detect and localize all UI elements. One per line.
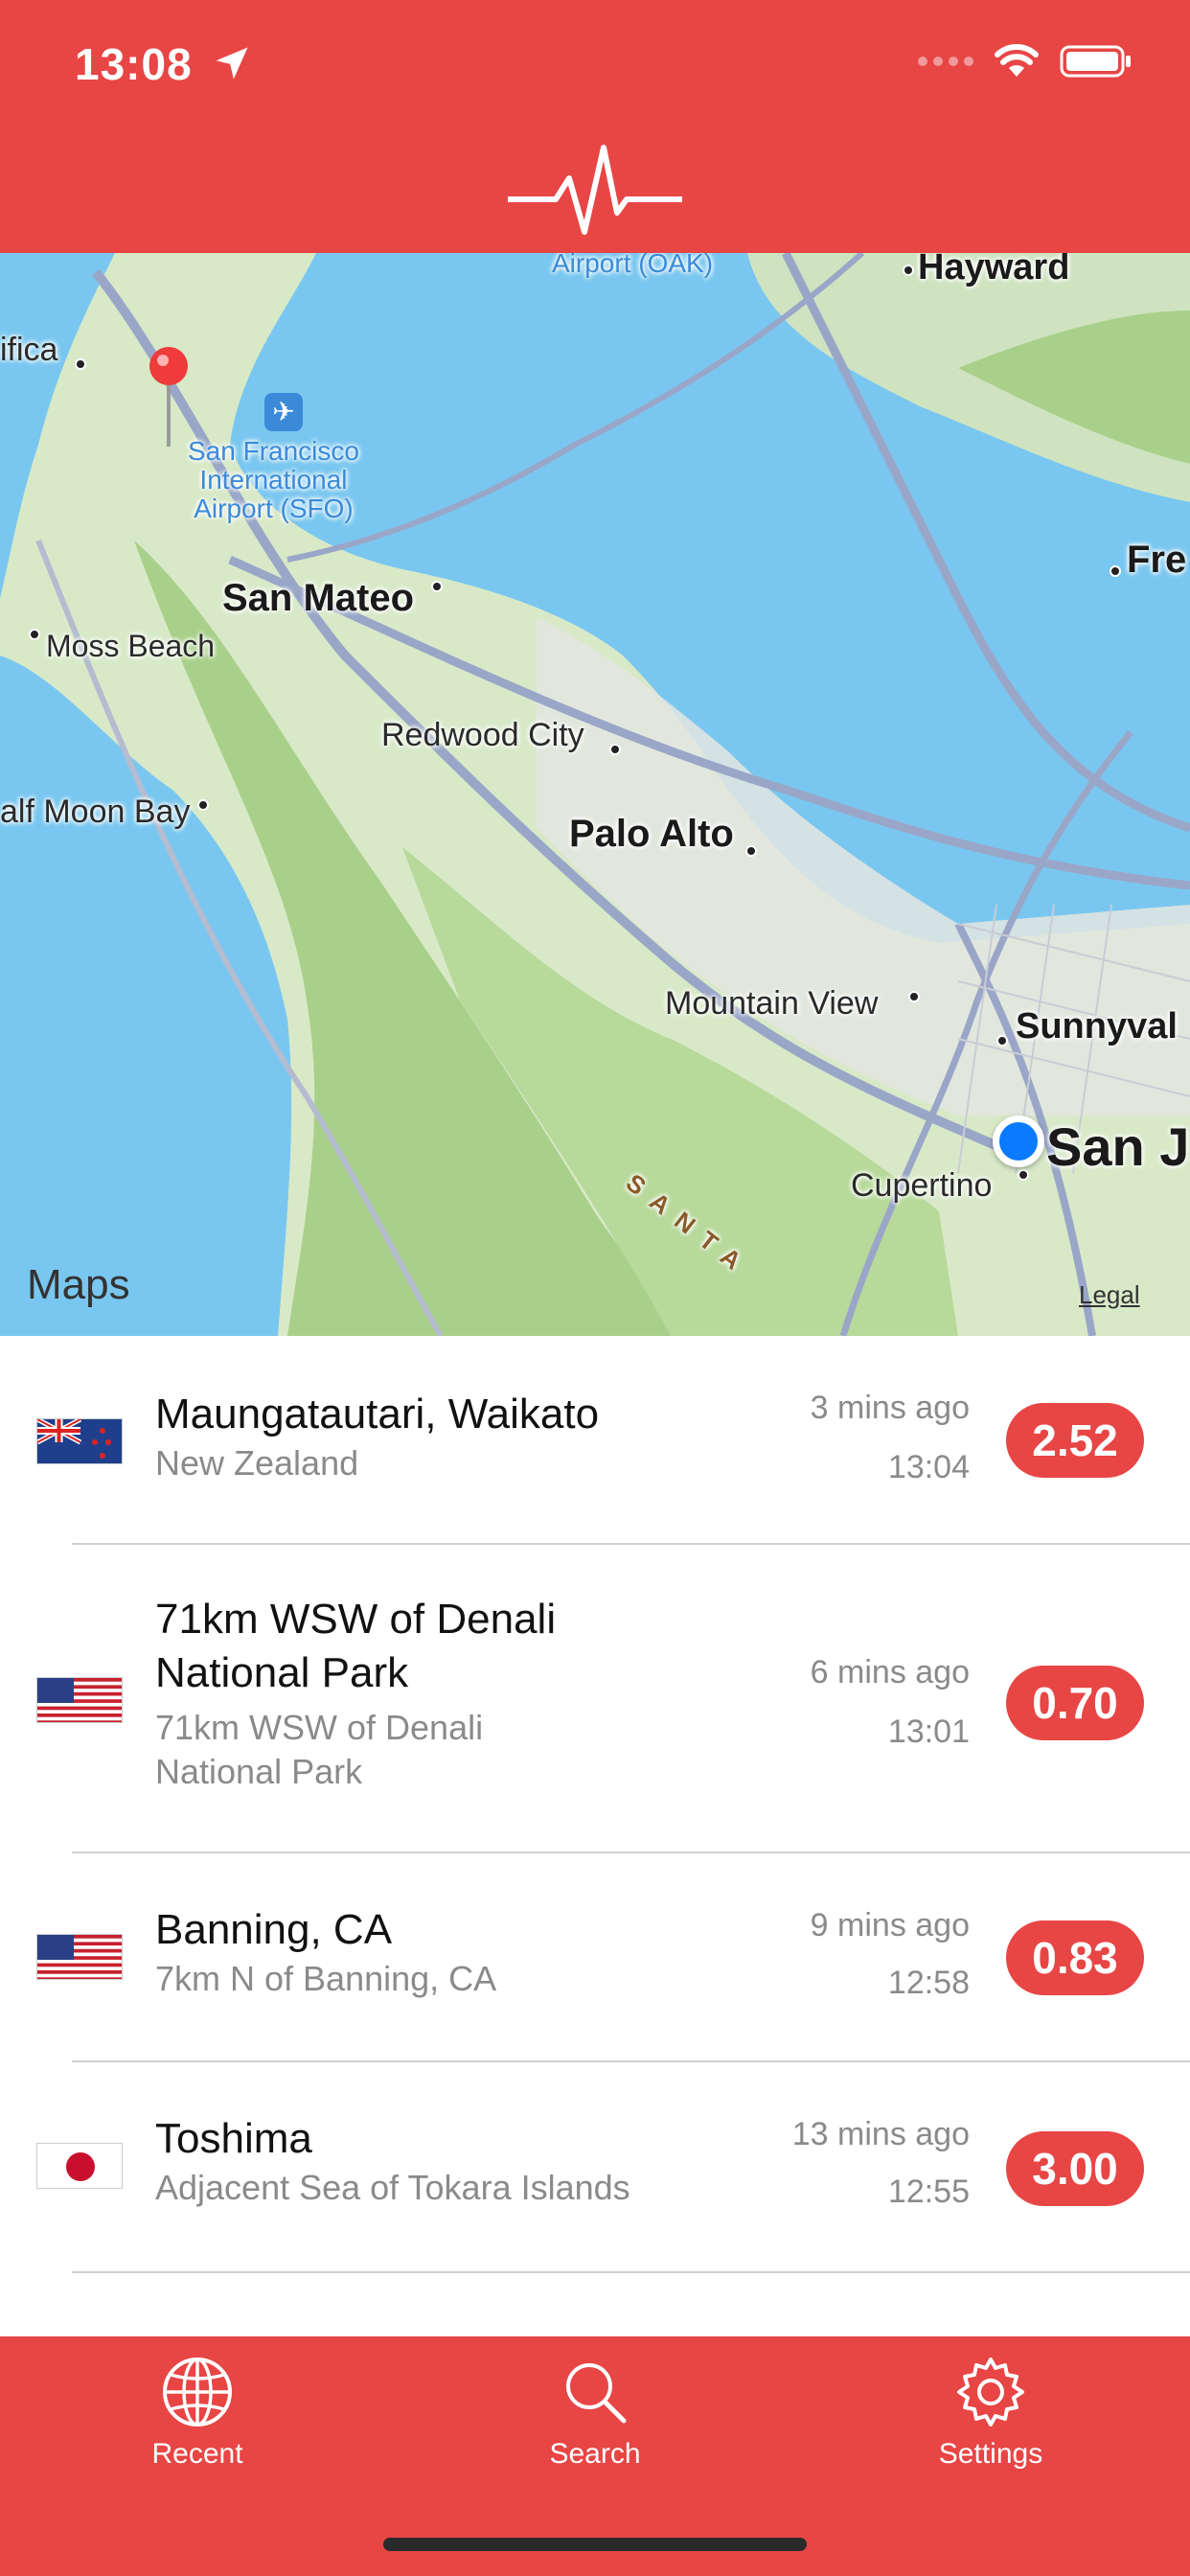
quake-time-ago: 6 mins ago: [810, 1654, 970, 1690]
quake-time-ago: 3 mins ago: [810, 1390, 970, 1426]
nz-flag-icon: [36, 1418, 123, 1464]
status-icons: [918, 44, 1133, 79]
quake-time-ago: 9 mins ago: [810, 1907, 970, 1944]
map-label-sfo: San Francisco International Airport (SFO): [188, 436, 359, 523]
map-label-moss-beach: Moss Beach: [46, 629, 216, 663]
map-label-cupertino: Cupertino: [851, 1167, 993, 1204]
gear-icon: [957, 2358, 1024, 2426]
jp-flag-icon: [36, 2143, 123, 2189]
map-label-half-moon-bay: alf Moon Bay: [0, 794, 191, 830]
quake-time-ago: 13 mins ago: [791, 2116, 970, 2152]
map-label-fremont: Fre: [1127, 539, 1187, 581]
quake-location: 71km WSW of Denali National Park: [155, 1596, 557, 1696]
tab-search[interactable]: Search: [480, 2336, 710, 2471]
search-icon: [566, 2363, 627, 2424]
tab-label: Settings: [938, 2438, 1043, 2470]
map-label-airport-oak: Airport (OAK): [552, 253, 714, 278]
quake-time: 12:58: [887, 1965, 970, 2001]
us-flag-icon: [36, 1934, 123, 1980]
map-dot: [75, 358, 86, 370]
battery-icon: [1060, 45, 1131, 78]
tab-label: Recent: [151, 2438, 243, 2470]
map-label-hayward: Hayward: [918, 253, 1070, 288]
app-header: 13:08: [0, 0, 1190, 253]
map-dot: [996, 1035, 1008, 1046]
quake-time: 13:04: [887, 1449, 970, 1485]
legal-link[interactable]: Legal: [1079, 1280, 1140, 1310]
wifi-icon: [995, 44, 1039, 77]
quake-location: Banning, CA: [155, 1906, 393, 1953]
magnitude-badge: 0.70: [1006, 1666, 1144, 1740]
location-arrow-icon: [216, 47, 248, 80]
quake-region: 71km WSW of Denali National Park: [155, 1708, 484, 1791]
heartbeat-icon: [508, 145, 682, 235]
map-dot: [197, 799, 209, 811]
globe-icon: [163, 2358, 232, 2426]
list-item[interactable]: Banning, CA 7km N of Banning, CA 9 mins …: [0, 1853, 1190, 2062]
map-label-redwood-city: Redwood City: [381, 717, 584, 753]
map-dot: [609, 744, 621, 755]
user-location-dot: [993, 1116, 1044, 1167]
tab-settings[interactable]: Settings: [876, 2336, 1106, 2471]
airport-icon: ✈: [264, 393, 303, 431]
map-dot: [1018, 1169, 1029, 1181]
list-item[interactable]: Toshima Adjacent Sea of Tokara Islands 1…: [0, 2062, 1190, 2273]
apple-maps-attribution: Maps: [27, 1261, 130, 1308]
tab-label: Search: [549, 2438, 641, 2470]
map-label-san-mateo: San Mateo: [222, 577, 415, 619]
quake-region: New Zealand: [155, 1443, 359, 1483]
magnitude-badge: 2.52: [1006, 1403, 1144, 1478]
map-label-mountain-view: Mountain View: [665, 985, 879, 1022]
quake-region: 7km N of Banning, CA: [155, 1959, 497, 1998]
status-time: 13:08: [75, 39, 193, 89]
map-dot: [29, 629, 40, 640]
list-item[interactable]: Maungatautari, Waikato New Zealand 3 min…: [0, 1336, 1190, 1545]
list-item[interactable]: 71km WSW of Denali National Park 71km WS…: [0, 1545, 1190, 1853]
map-pin-icon: [149, 347, 188, 447]
magnitude-badge: 0.83: [1006, 1920, 1144, 1995]
map-dot: [903, 264, 914, 276]
quake-time: 12:55: [887, 2174, 970, 2210]
map-view[interactable]: Airport (OAK) Hayward ifica ✈ San Franci…: [0, 253, 1190, 1336]
signal-icon: [918, 57, 973, 66]
magnitude-badge: 3.00: [1006, 2131, 1144, 2206]
quake-time: 13:01: [887, 1714, 970, 1750]
quake-location: Toshima: [155, 2115, 312, 2162]
map-label-san-jose: San J: [1046, 1116, 1190, 1177]
earthquake-list: Maungatautari, Waikato New Zealand 3 min…: [0, 1336, 1190, 2273]
quake-region: Adjacent Sea of Tokara Islands: [155, 2168, 630, 2207]
us-flag-icon: [36, 1677, 123, 1723]
tab-recent[interactable]: Recent: [82, 2336, 312, 2471]
map-label-pacifica: ifica: [0, 332, 58, 368]
map-label-sunnyvale: Sunnyval: [1016, 1006, 1178, 1046]
home-indicator[interactable]: [383, 2538, 807, 2551]
map-dot: [908, 991, 920, 1002]
map-dot: [431, 581, 443, 592]
map-dot: [745, 845, 757, 857]
quake-location: Maungatautari, Waikato: [155, 1391, 600, 1438]
map-dot: [1110, 565, 1121, 577]
map-label-palo-alto: Palo Alto: [569, 813, 734, 855]
